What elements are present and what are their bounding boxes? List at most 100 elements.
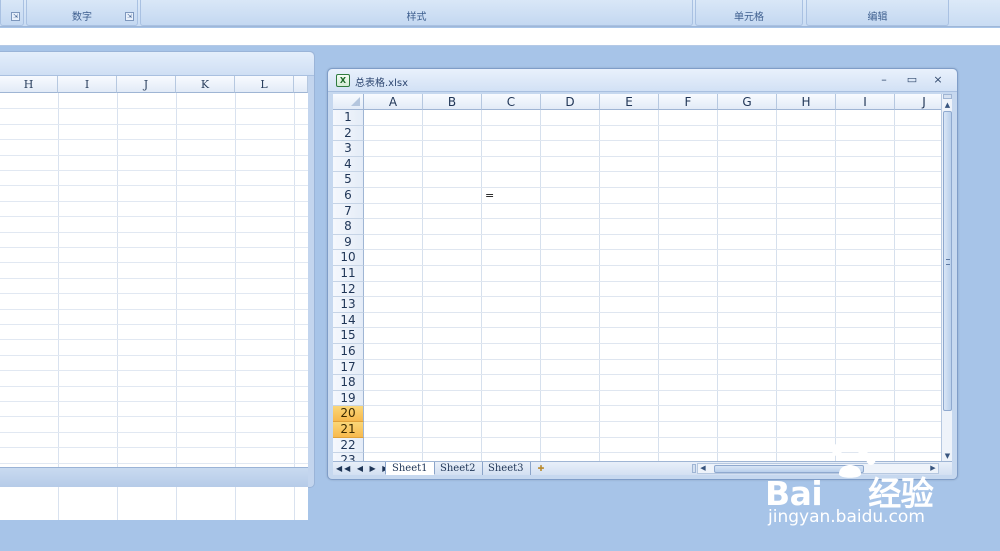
row-header-4[interactable]: 4: [333, 156, 364, 173]
gridline: [0, 293, 308, 295]
gridline: [0, 108, 308, 110]
watermark-url: jingyan.baidu.com: [768, 507, 925, 527]
split-handle[interactable]: [692, 464, 696, 473]
gridline: [364, 421, 941, 422]
row-header-1[interactable]: 1: [333, 110, 364, 126]
row-header-2[interactable]: 2: [333, 125, 364, 142]
row-header-22[interactable]: 22: [333, 437, 364, 454]
gridline: [0, 170, 308, 171]
row-header-21[interactable]: 21: [333, 422, 364, 438]
sheet-tab-sheet2[interactable]: Sheet2: [434, 462, 483, 475]
gridline: [364, 249, 941, 251]
row-header-16[interactable]: 16: [333, 344, 364, 360]
gridline: [117, 93, 118, 520]
excel-file-icon: X: [336, 74, 350, 87]
dialog-launcher-icon[interactable]: ⇲: [11, 12, 20, 21]
ribbon-group-label: 样式: [406, 12, 427, 23]
sheet-tab-sheet1[interactable]: Sheet1: [385, 462, 435, 475]
gridline: [658, 110, 659, 461]
gridline: [364, 374, 941, 376]
row-header-15[interactable]: 15: [333, 328, 364, 344]
column-header[interactable]: [294, 76, 308, 93]
row-header-18[interactable]: 18: [333, 375, 364, 391]
column-header-f[interactable]: F: [659, 94, 718, 110]
gridline: [364, 343, 941, 344]
row-header-10[interactable]: 10: [333, 250, 364, 266]
row-header-13[interactable]: 13: [333, 297, 364, 313]
vertical-scroll-thumb[interactable]: [943, 111, 952, 411]
column-header-i[interactable]: I: [836, 94, 895, 110]
gridline: [0, 324, 308, 325]
gridline: [364, 140, 941, 142]
column-header-h[interactable]: H: [777, 94, 836, 110]
minimize-button[interactable]: –: [871, 72, 897, 88]
column-header[interactable]: H: [0, 76, 58, 93]
sheet-grid[interactable]: = A B C D E F G H I J 1 2 3 4 5 6 7 8 9 10 11 12 13 14 15 16 17 18 1…: [333, 94, 941, 461]
workbook-titlebar[interactable]: X 总表格.xlsx – ▭ ×: [328, 69, 957, 92]
row-header-8[interactable]: 8: [333, 219, 364, 235]
gridline: [0, 185, 308, 187]
column-header-b[interactable]: B: [423, 94, 482, 110]
row-header-14[interactable]: 14: [333, 312, 364, 329]
background-window-titlebar[interactable]: [0, 52, 314, 76]
vertical-scrollbar[interactable]: ▲ ▼: [941, 94, 952, 461]
column-header-e[interactable]: E: [600, 94, 659, 110]
gridline: [364, 296, 941, 298]
gridline: [364, 405, 941, 407]
gridline: [0, 277, 308, 279]
gridline: [0, 231, 308, 233]
insert-sheet-icon[interactable]: ✚: [534, 463, 548, 474]
gridline: [58, 93, 59, 520]
gridline: [481, 110, 482, 461]
gridline: [0, 447, 308, 449]
gridline: [0, 401, 308, 402]
select-all-corner[interactable]: [333, 94, 364, 110]
cell-C6[interactable]: =: [485, 190, 494, 202]
row-header-11[interactable]: 11: [333, 266, 364, 282]
background-window-scrollbar[interactable]: [0, 467, 308, 487]
split-handle[interactable]: [943, 94, 952, 99]
gridline: [364, 436, 941, 438]
workbook-window[interactable]: X 总表格.xlsx – ▭ × = A B C D E F G H I J 1 2 3 4 5 6 7 8 9 10…: [327, 68, 958, 480]
ribbon-group-cells: 单元格: [695, 0, 803, 26]
background-workbook-window[interactable]: H I J K L: [0, 51, 315, 520]
row-header-19[interactable]: 19: [333, 390, 364, 407]
gridline: [364, 155, 941, 157]
gridline: [599, 110, 600, 461]
gridline: [894, 110, 895, 461]
row-header-3[interactable]: 3: [333, 141, 364, 157]
column-header[interactable]: K: [176, 76, 235, 93]
gridline: [422, 110, 423, 461]
row-header-5[interactable]: 5: [333, 172, 364, 188]
column-header-g[interactable]: G: [718, 94, 777, 110]
column-header[interactable]: I: [58, 76, 117, 93]
gridline: [0, 385, 308, 387]
column-header-j[interactable]: J: [895, 94, 941, 110]
gridline: [364, 358, 941, 360]
scroll-up-icon[interactable]: ▲: [942, 100, 953, 110]
gridline: [776, 110, 777, 461]
row-header-6[interactable]: 6: [333, 188, 364, 204]
column-header-a[interactable]: A: [364, 94, 423, 110]
row-header-20[interactable]: 20: [333, 406, 364, 422]
column-header-d[interactable]: D: [541, 94, 600, 110]
column-header[interactable]: J: [117, 76, 176, 93]
baidu-watermark: Bai 经验 jingyan.baidu.com: [760, 440, 990, 535]
row-header-9[interactable]: 9: [333, 234, 364, 251]
row-header-17[interactable]: 17: [333, 359, 364, 376]
ribbon-group-alignment: ⇲: [0, 0, 24, 26]
close-button[interactable]: ×: [925, 72, 951, 88]
workbook-title: 总表格.xlsx: [355, 78, 409, 89]
row-header-7[interactable]: 7: [333, 203, 364, 220]
scroll-left-icon[interactable]: ◀: [698, 463, 708, 474]
gridline: [364, 327, 941, 329]
gridline: [176, 93, 177, 520]
column-header[interactable]: L: [235, 76, 294, 93]
sheet-tab-sheet3[interactable]: Sheet3: [482, 462, 531, 475]
row-header-23[interactable]: 23: [333, 453, 364, 461]
column-header-c[interactable]: C: [482, 94, 541, 110]
restore-button[interactable]: ▭: [899, 72, 925, 88]
background-sheet-grid[interactable]: H I J K L: [0, 76, 308, 520]
row-header-12[interactable]: 12: [333, 281, 364, 298]
dialog-launcher-icon[interactable]: ⇲: [125, 12, 134, 21]
